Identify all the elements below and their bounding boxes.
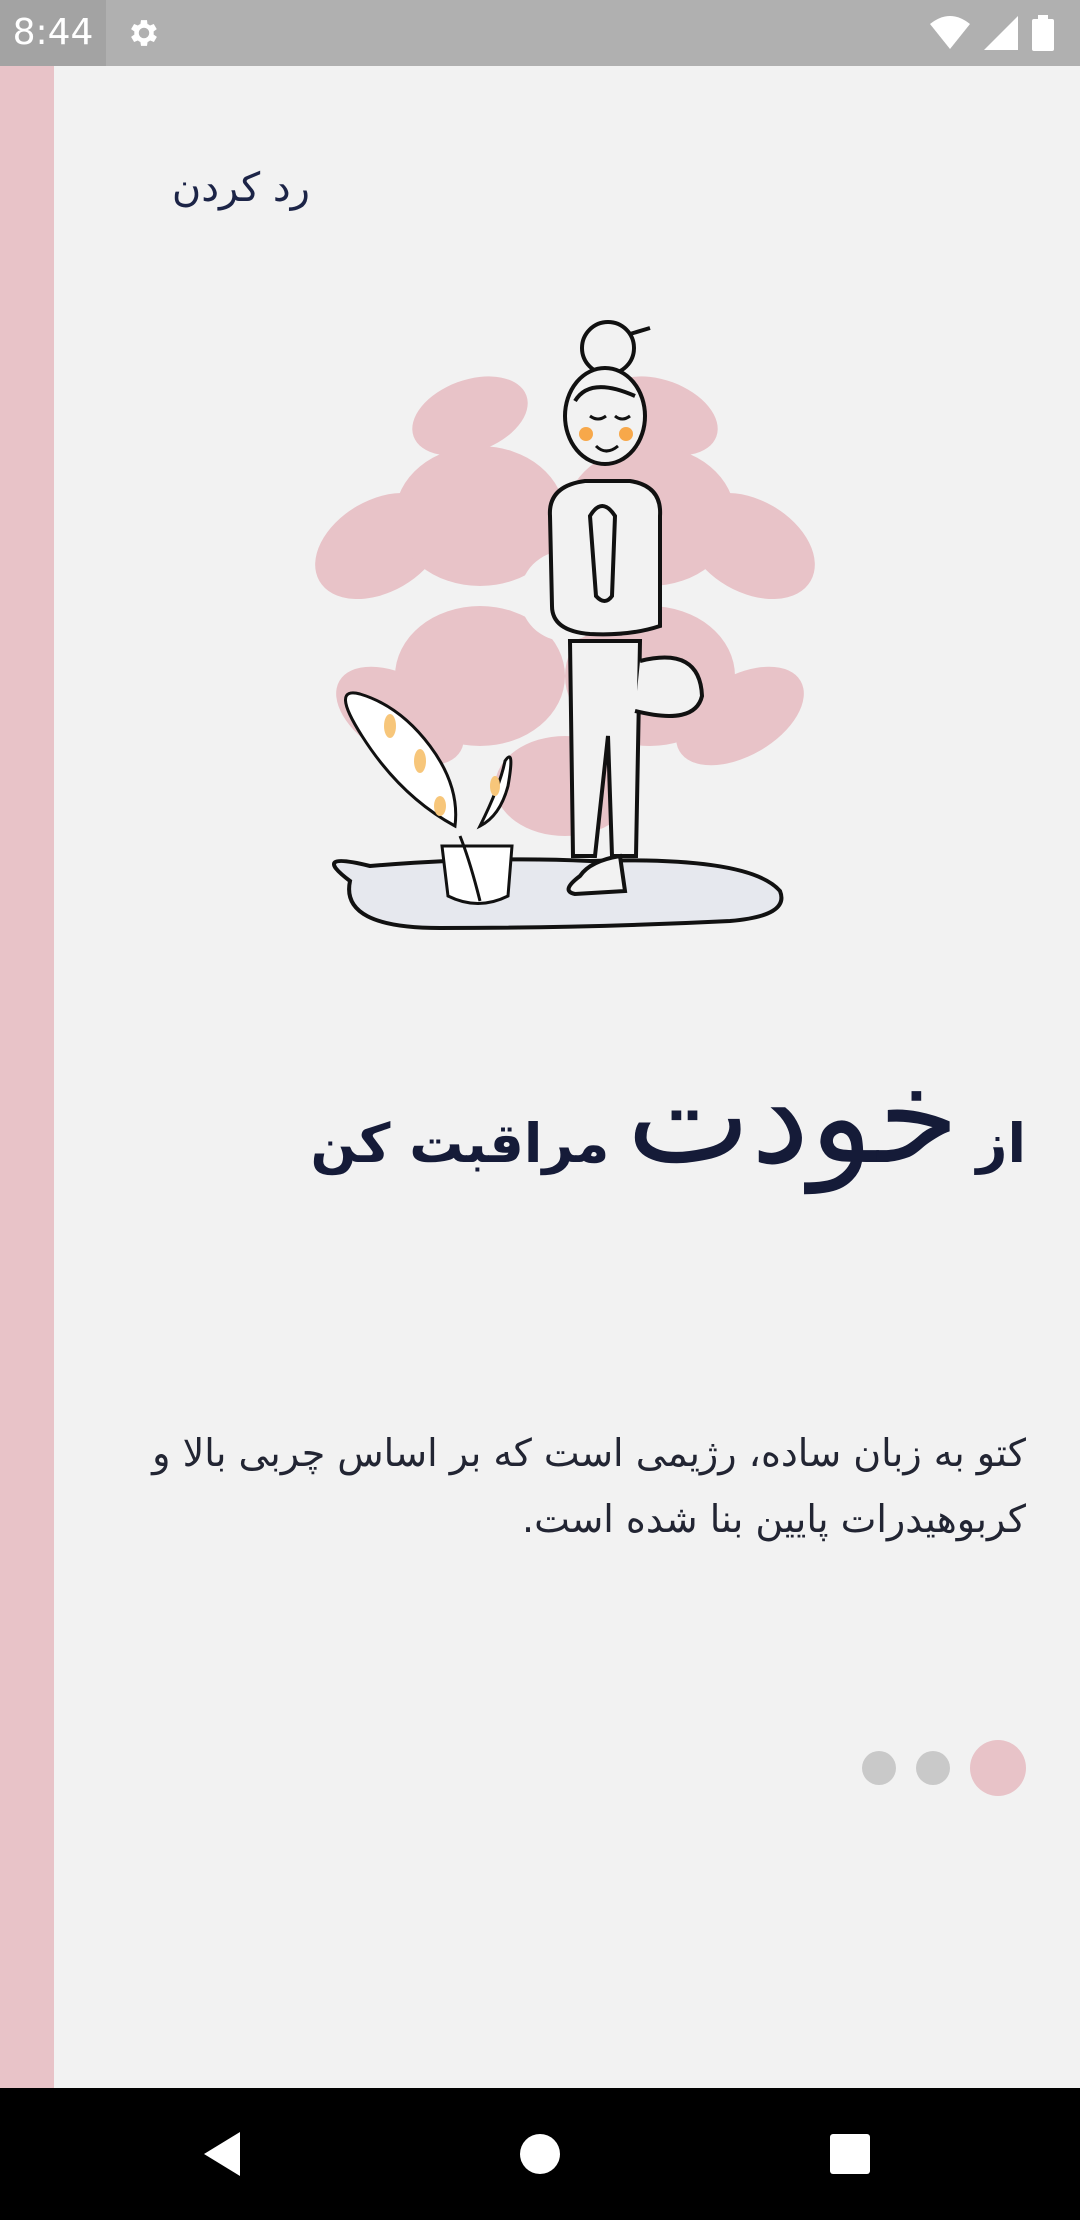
page-indicator: [862, 1740, 1026, 1796]
signal-icon: [984, 16, 1018, 50]
back-icon[interactable]: [200, 2130, 244, 2178]
page-dot-3[interactable]: [862, 1751, 896, 1785]
battery-icon: [1032, 15, 1054, 51]
page-dot-2[interactable]: [916, 1751, 950, 1785]
status-bar: 8:44: [0, 0, 1080, 66]
headline-suffix: مراقبت کن: [310, 1112, 610, 1175]
wifi-icon: [930, 16, 970, 49]
home-icon[interactable]: [519, 2133, 561, 2175]
status-icons: [930, 14, 1054, 52]
headline-prefix: از: [976, 1112, 1026, 1175]
onboarding-description: کتو به زبان ساده، رژیمی است که بر اساس چ…: [152, 1431, 1026, 1541]
yoga-mat: [332, 857, 784, 931]
navigation-bar: [0, 2088, 1080, 2220]
status-time: 8:44: [0, 0, 106, 66]
recents-icon[interactable]: [829, 2133, 871, 2175]
settings-icon: [131, 20, 157, 46]
accent-strip: [0, 66, 54, 2088]
page-dot-1-active[interactable]: [970, 1740, 1026, 1796]
headline-emphasis: خودت: [626, 1040, 960, 1194]
page-title: از خودت مراقبت کن: [226, 1040, 1026, 1240]
yoga-illustration: [315, 320, 815, 931]
skip-button[interactable]: رد کردن: [150, 158, 310, 218]
